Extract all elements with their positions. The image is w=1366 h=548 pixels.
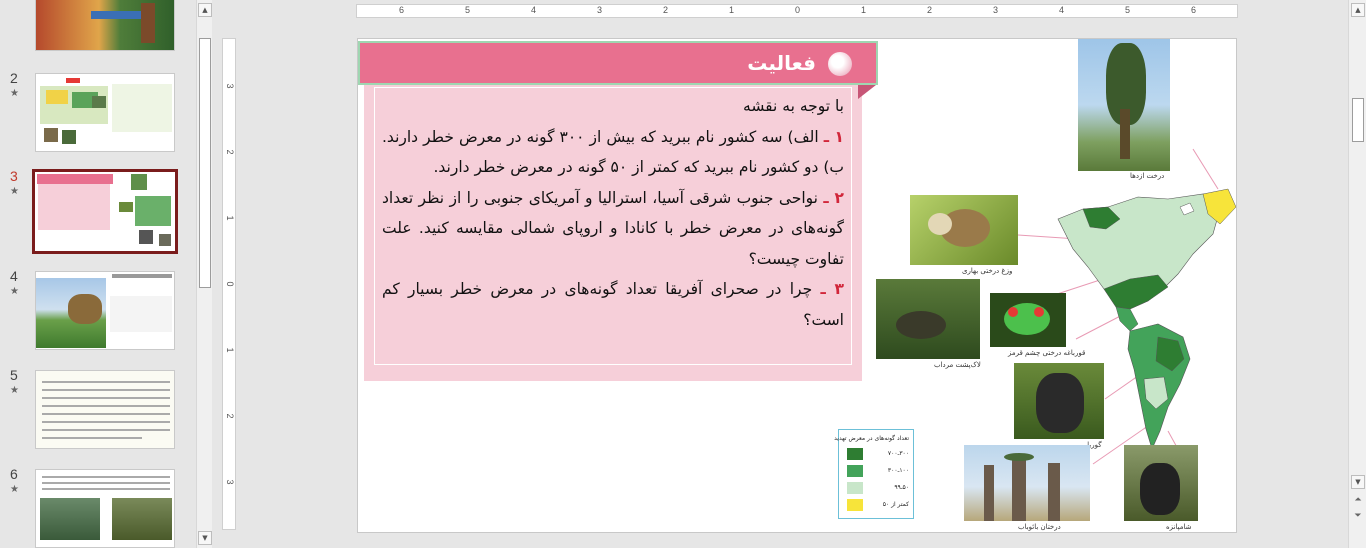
slide-number: 5 xyxy=(10,367,18,383)
ruler-label: 1 xyxy=(729,5,735,15)
legend-swatch xyxy=(847,482,863,494)
slide-number: 3 xyxy=(10,168,18,184)
slide-thumbnail-3-selected[interactable] xyxy=(32,169,178,254)
ruler-label: 5 xyxy=(1125,5,1131,15)
question-text: نواحی جنوب شرقی آسیا، استرالیا و آمریکای… xyxy=(382,188,844,268)
slide-thumbnail-4[interactable] xyxy=(35,271,175,350)
scroll-up-button[interactable]: ▲ xyxy=(1351,3,1365,17)
animation-star-icon: ★ xyxy=(10,88,19,99)
question-text: الف) سه کشور نام ببرید که بیش از ۳۰۰ گون… xyxy=(382,127,844,177)
legend-item: کمتر از ۵۰ xyxy=(847,499,911,512)
ruler-label: 1 xyxy=(225,347,235,353)
ruler-label: 1 xyxy=(225,215,235,221)
ruler-label: 4 xyxy=(1059,5,1065,15)
activity-banner[interactable]: فعالیت xyxy=(358,41,878,85)
map-legend: تعداد گونه‌های در معرض تهدید ۳۰۰ـ۷۰۰ ۱۰۰… xyxy=(834,429,914,519)
slide-thumbnail-2[interactable] xyxy=(35,73,175,152)
powerpoint-window: 2 ★ 3 ★ 4 ★ 5 ★ 6 ★ ▲ ▼ 3 2 1 0 1 2 3 6 … xyxy=(0,0,1366,548)
red-eyed-tree-frog-photo xyxy=(990,293,1066,347)
legend-swatch xyxy=(847,448,863,460)
question-text: چرا در صحرای آفریقا تعداد گونه‌های در مع… xyxy=(382,280,844,329)
ruler-label: 6 xyxy=(399,5,405,15)
ruler-label: 0 xyxy=(225,281,235,287)
thumbnails-scrollbar[interactable]: ▲ ▼ xyxy=(196,0,212,548)
slide-thumbnail-5[interactable] xyxy=(35,370,175,449)
caption-frog1: وزغ درختی بهاری xyxy=(962,267,1013,275)
animation-star-icon: ★ xyxy=(10,484,19,495)
question-2: ۲ ـ نواحی جنوب شرقی آسیا، استرالیا و آمر… xyxy=(382,183,844,275)
caption-tree: درخت ازدها xyxy=(1130,172,1165,180)
scrollbar-thumb[interactable] xyxy=(199,38,211,288)
slide-scrollbar[interactable]: ▲ ▼ ⏶ ⏷ xyxy=(1348,0,1366,548)
slide-canvas[interactable]: با توجه به نقشه ۱ ـ الف) سه کشور نام ببر… xyxy=(357,38,1237,533)
animation-star-icon: ★ xyxy=(10,186,19,197)
question-number: ۱ ـ xyxy=(823,127,844,146)
animation-star-icon: ★ xyxy=(10,385,19,396)
legend-swatch xyxy=(847,499,863,511)
legend-item: ۱۰۰ـ۳۰۰ xyxy=(847,465,911,478)
next-slide-icon[interactable]: ⏷ xyxy=(1352,510,1364,522)
circle-bullet-icon xyxy=(828,52,852,76)
vertical-ruler: 3 2 1 0 1 2 3 xyxy=(222,38,236,530)
question-number: ۳ ـ xyxy=(820,280,845,298)
scrollbar-thumb[interactable] xyxy=(1352,98,1364,142)
bottom-strip xyxy=(212,538,1348,548)
slide-number: 6 xyxy=(10,466,18,482)
chimpanzee-photo xyxy=(1124,445,1198,521)
animation-star-icon: ★ xyxy=(10,286,19,297)
bog-turtle-photo xyxy=(876,279,980,359)
scroll-down-button[interactable]: ▼ xyxy=(1351,475,1365,489)
map-illustration[interactable]: درخت ازدها وزغ درختی بهاری لاک‌پشت مرداب… xyxy=(868,39,1236,532)
ruler-label: 2 xyxy=(927,5,933,15)
legend-title: تعداد گونه‌های در معرض تهدید xyxy=(834,435,909,442)
ruler-label: 2 xyxy=(225,149,235,155)
ruler-label: 3 xyxy=(225,479,235,485)
legend-label: کمتر از ۵۰ xyxy=(882,501,909,508)
ruler-label: 3 xyxy=(993,5,999,15)
slide-number: 2 xyxy=(10,70,18,86)
ruler-label: 2 xyxy=(663,5,669,15)
ruler-label: 0 xyxy=(795,5,801,15)
slide-thumbnail-6[interactable] xyxy=(35,469,175,548)
caption-chimp: شامپانزه xyxy=(1166,523,1192,531)
legend-item: ۵۰ـ۹۹ xyxy=(847,482,911,495)
legend-label: ۵۰ـ۹۹ xyxy=(894,484,909,491)
slide-thumbnail-1[interactable] xyxy=(35,0,175,51)
ruler-label: 6 xyxy=(1191,5,1197,15)
caption-frog2: قورباغه درختی چشم قرمز xyxy=(1008,349,1086,357)
scroll-down-button[interactable]: ▼ xyxy=(198,531,212,545)
spring-peeper-photo xyxy=(910,195,1018,265)
question-3: ۳ ـ چرا در صحرای آفریقا تعداد گونه‌های د… xyxy=(382,274,844,335)
ruler-label: 1 xyxy=(861,5,867,15)
ruler-label: 5 xyxy=(465,5,471,15)
slide-thumbnails-pane: 2 ★ 3 ★ 4 ★ 5 ★ 6 ★ xyxy=(0,0,196,548)
activity-text[interactable]: با توجه به نقشه ۱ ـ الف) سه کشور نام ببر… xyxy=(382,91,844,335)
ruler-label: 3 xyxy=(225,83,235,89)
horizontal-ruler: 6 5 4 3 2 1 0 1 2 3 4 5 6 xyxy=(356,4,1238,18)
activity-text-panel[interactable]: با توجه به نقشه ۱ ـ الف) سه کشور نام ببر… xyxy=(364,85,862,381)
ruler-label: 4 xyxy=(531,5,537,15)
baobab-photo xyxy=(964,445,1090,521)
legend-label: ۱۰۰ـ۳۰۰ xyxy=(887,467,909,474)
caption-turtle: لاک‌پشت مرداب xyxy=(934,361,981,369)
gorilla-photo xyxy=(1014,363,1104,439)
activity-title: فعالیت xyxy=(747,51,816,75)
dragon-tree-photo xyxy=(1078,39,1170,171)
intro-line: با توجه به نقشه xyxy=(743,97,844,115)
legend-label: ۳۰۰ـ۷۰۰ xyxy=(887,450,909,457)
previous-slide-icon[interactable]: ⏶ xyxy=(1352,494,1364,506)
ruler-label: 3 xyxy=(597,5,603,15)
legend-swatch xyxy=(847,465,863,477)
scroll-up-button[interactable]: ▲ xyxy=(198,3,212,17)
question-number: ۲ ـ xyxy=(823,188,844,207)
slide-number: 4 xyxy=(10,268,18,284)
question-1: ۱ ـ الف) سه کشور نام ببرید که بیش از ۳۰۰… xyxy=(382,122,844,183)
caption-baobab: درختان بائوباب xyxy=(1018,523,1061,531)
legend-item: ۳۰۰ـ۷۰۰ xyxy=(847,448,911,461)
ruler-label: 2 xyxy=(225,413,235,419)
